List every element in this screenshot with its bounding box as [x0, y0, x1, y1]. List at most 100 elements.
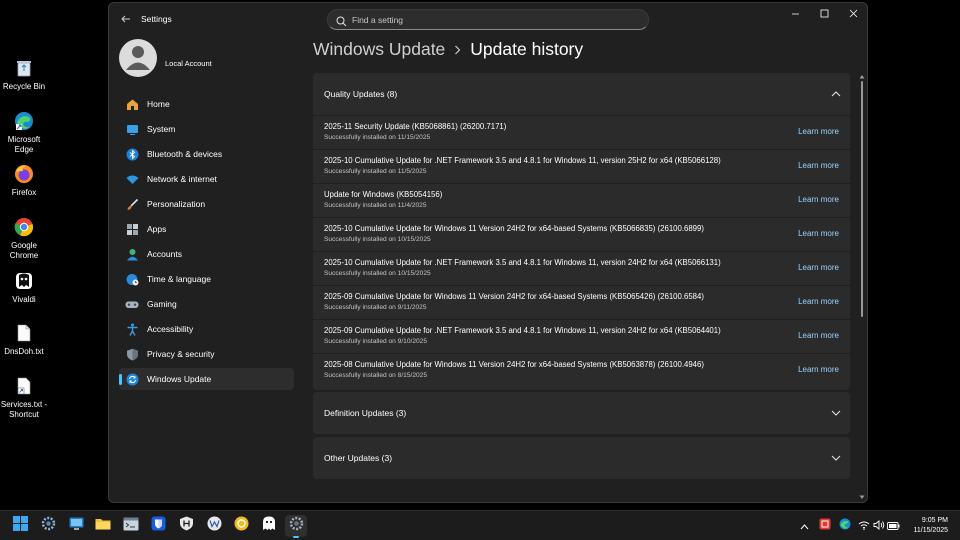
wifi-icon: [125, 172, 139, 186]
sidebar-item-bluetooth[interactable]: Bluetooth & devices: [119, 143, 294, 165]
learn-more-link[interactable]: Learn more: [798, 263, 839, 272]
learn-more-link[interactable]: Learn more: [798, 297, 839, 306]
sidebar-item-apps[interactable]: Apps: [119, 218, 294, 240]
sidebar-item-label: Privacy & security: [147, 349, 215, 359]
yellow-app-icon: [234, 516, 249, 536]
sidebar-item-label: System: [147, 124, 176, 134]
sidebar-item-privacy-security[interactable]: Privacy & security: [119, 343, 294, 365]
show-hidden-icons-button[interactable]: [798, 519, 811, 532]
update-name: 2025-10 Cumulative Update for .NET Frame…: [324, 258, 721, 267]
taskbar-file-explorer[interactable]: [92, 515, 114, 537]
update-row: 2025-11 Security Update (KB5068861) (262…: [313, 115, 850, 147]
tray-volume[interactable]: [872, 519, 885, 532]
back-button[interactable]: [115, 9, 137, 29]
sidebar-item-home[interactable]: Home: [119, 93, 294, 115]
learn-more-link[interactable]: Learn more: [798, 161, 839, 170]
settings-window: Settings Local Account Home: [108, 2, 868, 503]
quality-updates-header[interactable]: Quality Updates (8): [313, 73, 850, 115]
sidebar-item-label: Apps: [147, 224, 167, 234]
sidebar-item-label: Network & internet: [147, 174, 217, 184]
maximize-icon: [820, 5, 829, 23]
desktop-icon-microsoft-edge[interactable]: Microsoft Edge: [0, 110, 48, 155]
scroll-down-icon[interactable]: [859, 494, 865, 500]
tray-edge[interactable]: [838, 518, 851, 532]
learn-more-link[interactable]: Learn more: [798, 127, 839, 136]
chevron-down-icon: [830, 452, 842, 464]
breadcrumb: Windows Update Update history: [313, 39, 583, 60]
other-updates-header[interactable]: Other Updates (3): [313, 437, 850, 479]
desktop-icon-services-shortcut[interactable]: Services.txt - Shortcut: [0, 375, 48, 420]
sidebar-item-gaming[interactable]: Gaming: [119, 293, 294, 315]
bluetooth-icon: [125, 147, 139, 161]
update-name: 2025-10 Cumulative Update for .NET Frame…: [324, 156, 721, 165]
quality-updates-section: Quality Updates (8) 2025-11 Security Upd…: [313, 73, 850, 390]
taskbar-settings-app[interactable]: [285, 515, 307, 538]
start-button[interactable]: [9, 515, 31, 537]
quality-updates-list: 2025-11 Security Update (KB5068861) (262…: [313, 115, 850, 390]
scrollbar[interactable]: [859, 73, 865, 502]
desktop-icon-google-chrome[interactable]: Google Chrome: [0, 216, 48, 261]
update-row: 2025-08 Cumulative Update for Windows 11…: [313, 353, 850, 385]
tray-network[interactable]: [857, 519, 870, 532]
maximize-button[interactable]: [810, 3, 839, 25]
globe-clock-icon: [125, 272, 139, 286]
hyper-v-icon: [179, 516, 194, 536]
edge-icon: [13, 110, 35, 132]
taskbar-yellow-app[interactable]: [230, 515, 252, 537]
apps-icon: [125, 222, 139, 236]
system-icon: [125, 122, 139, 136]
update-row: 2025-10 Cumulative Update for Windows 11…: [313, 217, 850, 249]
taskbar-wordpad[interactable]: [203, 515, 225, 537]
breadcrumb-parent-link[interactable]: Windows Update: [313, 39, 445, 60]
update-name: Update for Windows (KB5054156): [324, 190, 443, 199]
sidebar-item-accounts[interactable]: Accounts: [119, 243, 294, 265]
sidebar-item-personalization[interactable]: Personalization: [119, 193, 294, 215]
desktop-icon-vivaldi[interactable]: Vivaldi: [0, 270, 48, 305]
desktop-icon-recycle-bin[interactable]: Recycle Bin: [0, 57, 48, 92]
taskbar-bitwarden[interactable]: [147, 515, 169, 537]
file-explorer-icon: [95, 517, 111, 535]
sidebar-item-network[interactable]: Network & internet: [119, 168, 294, 190]
scrollbar-thumb[interactable]: [861, 81, 863, 317]
desktop-icon-dnsdoh[interactable]: DnsDoh.txt: [0, 322, 48, 357]
settings-app-icon: [289, 516, 304, 536]
chevron-up-icon: [830, 88, 842, 100]
sidebar-item-windows-update[interactable]: Windows Update: [119, 368, 294, 390]
search-box[interactable]: [327, 9, 649, 30]
sidebar-item-accessibility[interactable]: Accessibility: [119, 318, 294, 340]
learn-more-link[interactable]: Learn more: [798, 365, 839, 374]
minimize-button[interactable]: [781, 3, 810, 25]
avatar: [119, 39, 157, 77]
tray-battery[interactable]: [887, 519, 900, 532]
sidebar-item-time-language[interactable]: Time & language: [119, 268, 294, 290]
desktop-icon-label: DnsDoh.txt: [4, 347, 44, 356]
taskbar-terminal-app[interactable]: [120, 515, 142, 537]
chevron-up-icon: [800, 517, 809, 535]
sidebar-item-label: Gaming: [147, 299, 177, 309]
definition-updates-header[interactable]: Definition Updates (3): [313, 392, 850, 434]
taskbar-hyper-v[interactable]: [175, 515, 197, 537]
desktop-icon-label: Recycle Bin: [2, 82, 46, 91]
desktop-icon-label: Google Chrome: [9, 241, 39, 260]
close-button[interactable]: [839, 3, 867, 25]
sidebar-item-system[interactable]: System: [119, 118, 294, 140]
back-arrow-icon: [121, 10, 131, 28]
gamepad-icon: [125, 297, 139, 311]
sidebar-item-label: Accounts: [147, 249, 182, 259]
tray-red-app[interactable]: [818, 518, 831, 532]
learn-more-link[interactable]: Learn more: [798, 229, 839, 238]
learn-more-link[interactable]: Learn more: [798, 195, 839, 204]
minimize-icon: [791, 5, 800, 23]
clock-time: 9:05 PM: [921, 517, 948, 524]
learn-more-link[interactable]: Learn more: [798, 331, 839, 340]
taskbar-settings-gear[interactable]: [37, 515, 59, 537]
monitor-app-icon: [69, 517, 84, 536]
taskbar-monitor-app[interactable]: [65, 515, 87, 537]
update-status: Successfully installed on 11/5/2025: [324, 168, 427, 175]
taskbar-clock[interactable]: 9:05 PM 11/15/2025: [913, 516, 948, 536]
desktop-icon-firefox[interactable]: Firefox: [0, 163, 48, 198]
scroll-up-icon[interactable]: [859, 73, 865, 79]
search-input[interactable]: [352, 12, 632, 27]
taskbar-ghost-app[interactable]: [258, 515, 280, 537]
page-title: Update history: [470, 39, 584, 59]
